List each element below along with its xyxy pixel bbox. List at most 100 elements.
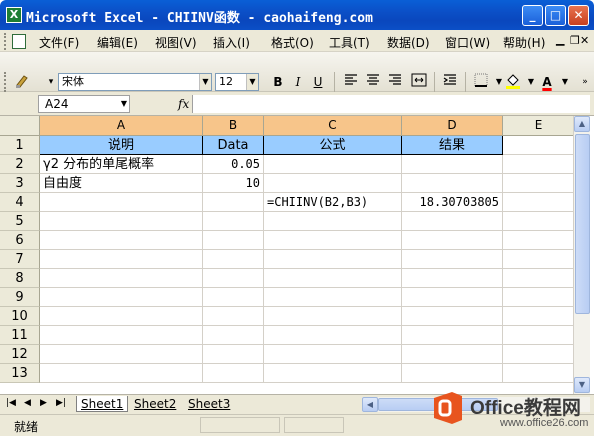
cell-d1[interactable]: 结果 xyxy=(402,136,503,155)
merge-center-icon[interactable] xyxy=(410,73,428,91)
tab-sheet2[interactable]: Sheet2 xyxy=(130,396,180,412)
cell-d4[interactable]: 18.30703805 xyxy=(402,193,503,212)
cell-a3[interactable]: 自由度 xyxy=(40,174,203,193)
grid-cell[interactable] xyxy=(503,136,573,155)
tab-sheet1[interactable]: Sheet1 xyxy=(76,396,129,412)
fill-color-icon[interactable] xyxy=(504,73,522,91)
grid-cell[interactable] xyxy=(503,155,573,174)
close-button[interactable]: ✕ xyxy=(568,5,589,26)
grid-cell[interactable] xyxy=(40,250,203,269)
grid-cell[interactable] xyxy=(503,212,573,231)
grid-cell[interactable] xyxy=(40,364,203,383)
formula-input[interactable] xyxy=(192,95,590,113)
grid-cell[interactable] xyxy=(264,345,402,364)
grid-cell[interactable] xyxy=(264,231,402,250)
insert-function-icon[interactable]: fx xyxy=(178,97,189,111)
grid-cell[interactable] xyxy=(503,250,573,269)
font-size-select[interactable]: 12 ▼ xyxy=(215,73,259,91)
grid-cell[interactable] xyxy=(203,269,264,288)
grid-cell[interactable] xyxy=(503,345,573,364)
grid-cell[interactable] xyxy=(503,307,573,326)
row-header[interactable]: 12 xyxy=(0,345,40,364)
grid-cell[interactable] xyxy=(402,307,503,326)
grid-cell[interactable] xyxy=(40,231,203,250)
column-header-e[interactable]: E xyxy=(503,116,573,136)
grid-cell[interactable] xyxy=(402,326,503,345)
menu-view[interactable]: 视图(V) xyxy=(155,34,197,51)
grid-cell[interactable] xyxy=(264,174,402,193)
worksheet-grid[interactable]: A B C D E 1 2 3 4 5 6 7 8 9 10 11 12 13 说明 Data 公式 结… xyxy=(0,116,573,394)
menu-window[interactable]: 窗口(W) xyxy=(445,34,490,51)
prev-sheet-icon[interactable]: ◀ xyxy=(24,398,31,408)
grid-cell[interactable] xyxy=(40,326,203,345)
excel-app-icon[interactable]: X xyxy=(6,7,22,23)
italic-button[interactable]: I xyxy=(289,73,307,91)
grid-cell[interactable] xyxy=(402,155,503,174)
row-header[interactable]: 1 xyxy=(0,136,40,155)
menu-data[interactable]: 数据(D) xyxy=(387,34,430,51)
column-header-a[interactable]: A xyxy=(40,116,203,136)
next-sheet-icon[interactable]: ▶ xyxy=(40,398,47,408)
row-header[interactable]: 3 xyxy=(0,174,40,193)
column-header-d[interactable]: D xyxy=(402,116,503,136)
scroll-down-icon[interactable]: ▼ xyxy=(574,377,590,393)
chevron-down-icon[interactable]: ▼ xyxy=(556,73,574,91)
grid-cell[interactable] xyxy=(203,364,264,383)
select-all-corner[interactable] xyxy=(0,116,40,136)
menu-file[interactable]: 文件(F) xyxy=(39,34,79,51)
scroll-up-icon[interactable]: ▲ xyxy=(574,116,590,132)
chevron-down-icon[interactable]: ▼ xyxy=(246,74,258,90)
grid-cell[interactable] xyxy=(203,307,264,326)
grid-cell[interactable] xyxy=(503,269,573,288)
grid-cell[interactable] xyxy=(40,345,203,364)
align-left-icon[interactable] xyxy=(342,73,360,91)
grid-cell[interactable] xyxy=(203,326,264,345)
row-header[interactable]: 9 xyxy=(0,288,40,307)
cell-a2[interactable]: γ2 分布的单尾概率 xyxy=(40,155,203,174)
grid-cell[interactable] xyxy=(503,288,573,307)
cell-c1[interactable]: 公式 xyxy=(264,136,402,155)
grid-cell[interactable] xyxy=(203,345,264,364)
grid-cell[interactable] xyxy=(203,212,264,231)
menubar-grip[interactable] xyxy=(4,33,7,50)
last-sheet-icon[interactable]: ▶| xyxy=(56,398,66,408)
chevron-down-icon[interactable]: ▼ xyxy=(199,74,211,90)
grid-cell[interactable] xyxy=(264,364,402,383)
grid-cell[interactable] xyxy=(402,345,503,364)
grid-cell[interactable] xyxy=(264,212,402,231)
grid-cell[interactable] xyxy=(402,231,503,250)
underline-button[interactable]: U xyxy=(309,73,327,91)
grid-cell[interactable] xyxy=(402,250,503,269)
menu-edit[interactable]: 编辑(E) xyxy=(97,34,138,51)
grid-cell[interactable] xyxy=(264,250,402,269)
align-center-icon[interactable] xyxy=(364,73,382,91)
menu-format[interactable]: 格式(O) xyxy=(271,34,314,51)
grid-cell[interactable] xyxy=(264,307,402,326)
grid-cell[interactable] xyxy=(402,269,503,288)
font-color-button[interactable]: A xyxy=(538,73,556,91)
grid-cell[interactable] xyxy=(402,288,503,307)
borders-icon[interactable] xyxy=(472,73,490,91)
row-header[interactable]: 2 xyxy=(0,155,40,174)
minimize-button[interactable]: _ xyxy=(522,5,543,26)
grid-cell[interactable] xyxy=(264,288,402,307)
grid-cell[interactable] xyxy=(503,174,573,193)
vertical-scroll-thumb[interactable] xyxy=(575,134,590,314)
column-header-b[interactable]: B xyxy=(203,116,264,136)
row-header[interactable]: 5 xyxy=(0,212,40,231)
menu-help[interactable]: 帮助(H) xyxy=(503,34,545,51)
grid-cell[interactable] xyxy=(503,193,573,212)
grid-cell[interactable] xyxy=(264,155,402,174)
grid-cell[interactable] xyxy=(40,307,203,326)
menu-insert[interactable]: 插入(I) xyxy=(213,34,250,51)
doc-close-button[interactable]: ✕ xyxy=(580,34,589,47)
toolbar-options-icon[interactable] xyxy=(13,73,31,91)
row-header[interactable]: 10 xyxy=(0,307,40,326)
row-header[interactable]: 6 xyxy=(0,231,40,250)
bold-button[interactable]: B xyxy=(269,73,287,91)
vertical-scrollbar[interactable]: ▲ ▼ xyxy=(573,116,590,394)
grid-cell[interactable] xyxy=(40,288,203,307)
grid-cell[interactable] xyxy=(264,269,402,288)
row-header[interactable]: 4 xyxy=(0,193,40,212)
menu-tools[interactable]: 工具(T) xyxy=(329,34,370,51)
